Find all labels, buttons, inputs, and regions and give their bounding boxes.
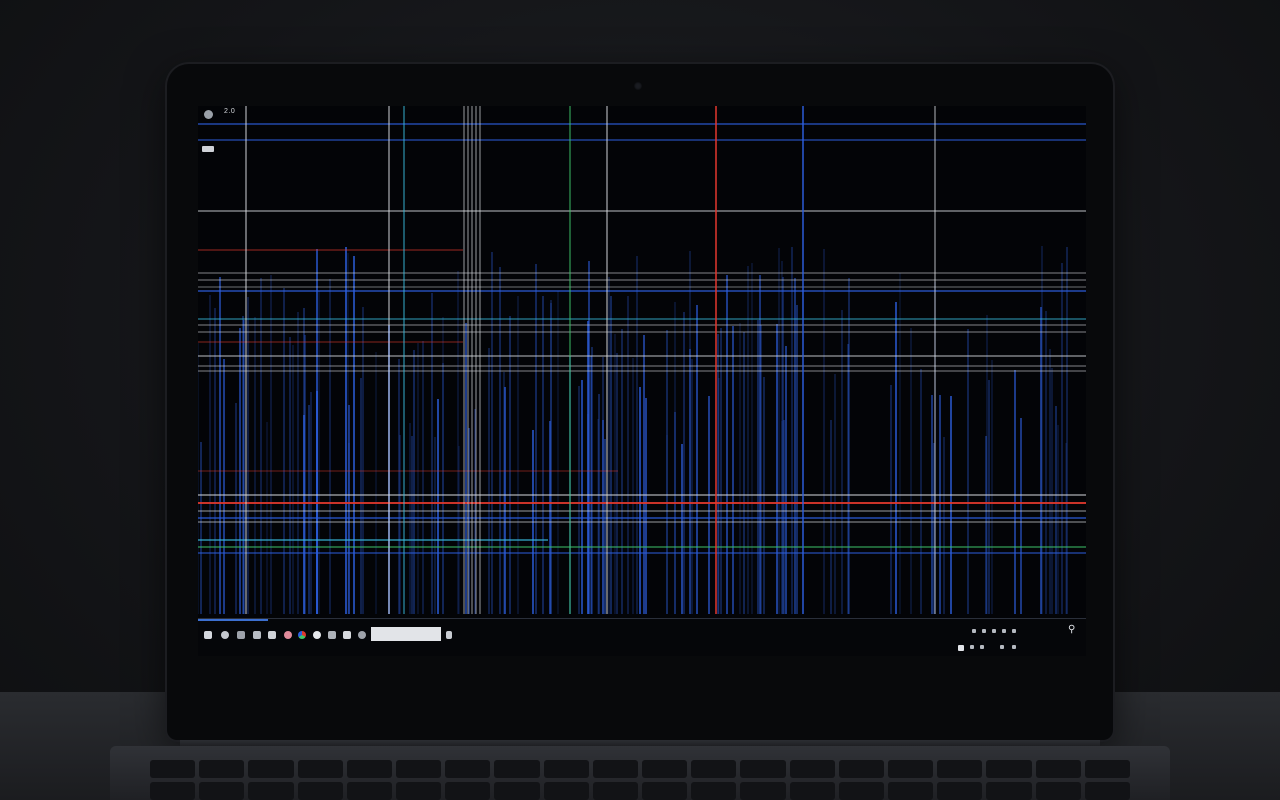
task-view-icon[interactable] [237, 631, 245, 639]
recycle-bin-icon[interactable] [204, 110, 213, 119]
taskbar: ⚲ [198, 618, 1086, 656]
laptop-screen: 2.0 ⚲ [198, 106, 1086, 656]
app-icon[interactable] [284, 631, 292, 639]
tray-icon[interactable] [1012, 629, 1016, 633]
tray-icon[interactable] [1000, 645, 1004, 649]
search-input[interactable] [371, 627, 441, 641]
chrome-icon[interactable] [298, 631, 306, 639]
app-icon[interactable] [446, 631, 452, 639]
keyboard-row [150, 782, 1131, 800]
tray-icon[interactable] [982, 629, 986, 633]
app-icon[interactable] [328, 631, 336, 639]
laptop-keyboard [110, 746, 1170, 800]
tray-icon[interactable] [970, 645, 974, 649]
keyboard-row [150, 760, 1131, 778]
desktop-shortcut[interactable] [202, 146, 214, 152]
file-explorer-icon[interactable] [253, 631, 261, 639]
tray-icon[interactable] [1012, 645, 1016, 649]
tray-icon[interactable] [980, 645, 984, 649]
app-icon[interactable] [313, 631, 321, 639]
search-icon[interactable] [221, 631, 229, 639]
photo-scene: 2.0 ⚲ [0, 0, 1280, 800]
desktop-label: 2.0 [224, 108, 236, 115]
tray-icon[interactable] [1002, 629, 1006, 633]
app-icon[interactable] [343, 631, 351, 639]
tray-icon[interactable] [972, 629, 976, 633]
start-menu-icon[interactable] [204, 631, 212, 639]
tray-icon[interactable] [958, 645, 964, 651]
system-tray: ⚲ [952, 623, 1082, 653]
taskbar-accent [198, 619, 268, 621]
settings-icon[interactable] [358, 631, 366, 639]
glitched-display [198, 106, 1086, 614]
tray-icon[interactable] [992, 629, 996, 633]
app-icon[interactable] [268, 631, 276, 639]
search-icon[interactable]: ⚲ [1068, 625, 1078, 635]
webcam-icon [634, 82, 642, 90]
